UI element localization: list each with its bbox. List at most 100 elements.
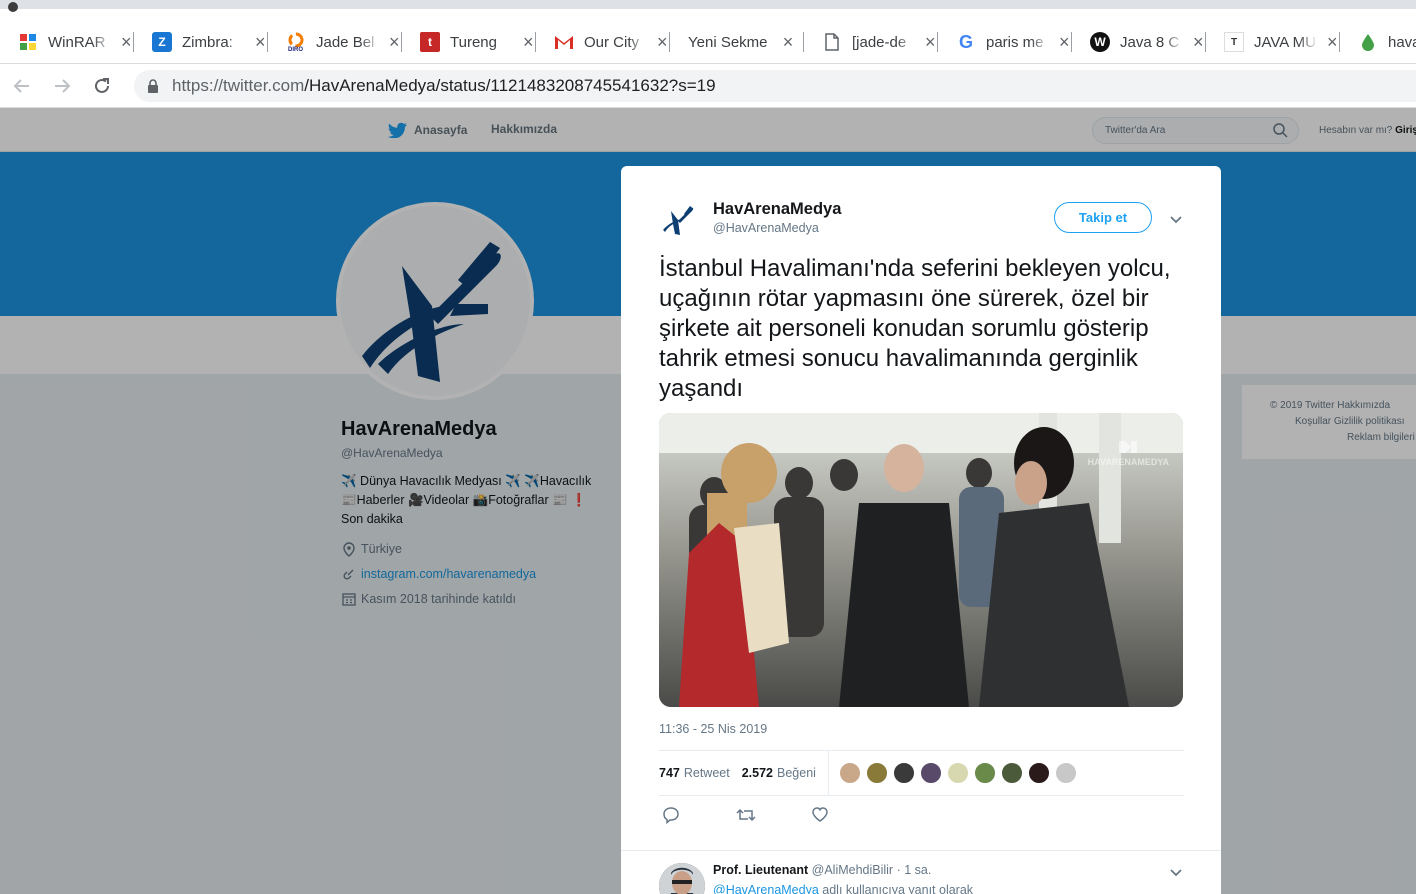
close-tab-icon[interactable]: × — [654, 32, 670, 53]
tweet-timestamp[interactable]: 11:36 - 25 Nis 2019 — [659, 722, 767, 736]
close-tab-icon[interactable]: × — [520, 32, 536, 53]
follow-button[interactable]: Takip et — [1054, 202, 1152, 233]
liker-avatar[interactable] — [865, 762, 888, 784]
forward-arrow-icon — [55, 79, 71, 93]
likers-avatars — [838, 762, 1082, 784]
close-tab-icon[interactable]: × — [118, 32, 134, 53]
back-arrow-icon — [13, 79, 29, 93]
reload-icon — [95, 78, 109, 93]
liker-avatar[interactable] — [892, 762, 915, 784]
browser-tab-strip: WinRAR × Z Zimbra: × DIRO Jade Bel × t T… — [0, 0, 1416, 64]
winrar-icon — [18, 32, 38, 52]
address-bar[interactable]: https://twitter.com/HavArenaMedya/status… — [134, 70, 1416, 102]
tab-title: Yeni Sekme — [688, 33, 768, 51]
close-tab-icon[interactable]: × — [1324, 32, 1340, 53]
reply-context-text: adlı kullanıcıya yanıt olarak — [818, 883, 974, 894]
zimbra-icon: Z — [152, 32, 172, 52]
close-tab-icon[interactable]: × — [922, 32, 938, 53]
close-tab-icon[interactable]: × — [780, 32, 796, 53]
reply-to-link[interactable]: @HavArenaMedya — [713, 883, 819, 894]
tab-title: Tureng — [450, 33, 497, 51]
reply-header: Prof. Lieutenant @AliMehdiBilir · 1 sa. — [713, 863, 931, 877]
retweet-label: Retweet — [683, 766, 730, 780]
gmail-icon — [554, 32, 574, 52]
svg-text:DIRO: DIRO — [288, 47, 303, 52]
browser-tab[interactable]: Z Zimbra: × — [134, 24, 268, 60]
window-indicator — [8, 2, 18, 12]
close-tab-icon[interactable]: × — [386, 32, 402, 53]
chevron-down-icon[interactable] — [1169, 865, 1183, 883]
t-icon: T — [1224, 32, 1244, 52]
liker-avatar[interactable] — [946, 762, 969, 784]
tab-title: JAVA MU — [1254, 33, 1316, 51]
tweet-actions — [659, 806, 859, 830]
reply-tweet[interactable]: Prof. Lieutenant @AliMehdiBilir · 1 sa. … — [621, 850, 1221, 894]
reload-button[interactable] — [88, 72, 116, 100]
reply-author-name[interactable]: Prof. Lieutenant — [713, 863, 808, 877]
browser-tab[interactable]: t Tureng × — [402, 24, 536, 60]
close-tab-icon[interactable]: × — [1190, 32, 1206, 53]
browser-tab[interactable]: hava — [1340, 24, 1416, 60]
back-button[interactable] — [8, 72, 36, 100]
liker-avatar[interactable] — [838, 762, 861, 784]
reply-context: @HavArenaMedya adlı kullanıcıya yanıt ol… — [713, 883, 973, 894]
watermark-text: HAVARENAMEDYA — [1087, 457, 1169, 467]
browser-tab[interactable]: WinRAR × — [0, 24, 134, 60]
browser-tab[interactable]: Yeni Sekme × — [670, 24, 804, 60]
tab-title: hava — [1388, 33, 1416, 51]
retweet-icon[interactable] — [736, 806, 756, 829]
retweet-count[interactable]: 747 — [659, 766, 680, 780]
google-icon: G — [958, 31, 973, 52]
author-handle[interactable]: @HavArenaMedya — [713, 221, 819, 235]
tweet-stats: 747 Retweet 2.572 Beğeni — [659, 750, 1184, 796]
window-top-bar — [0, 0, 1416, 9]
liker-avatar[interactable] — [919, 762, 942, 784]
liker-avatar[interactable] — [1027, 762, 1050, 784]
browser-tab[interactable]: W Java 8 C × — [1072, 24, 1206, 60]
browser-tab[interactable]: [jade-de × — [804, 24, 938, 60]
forward-button[interactable] — [48, 72, 76, 100]
url-host: https://twitter.com — [172, 76, 305, 95]
reply-author-handle[interactable]: @AliMehdiBilir — [812, 863, 893, 877]
chevron-down-icon[interactable] — [1169, 212, 1183, 230]
reply-time[interactable]: · 1 sa. — [893, 863, 932, 877]
browser-toolbar: https://twitter.com/HavArenaMedya/status… — [0, 64, 1416, 108]
browser-tab[interactable]: Our City × — [536, 24, 670, 60]
wordpress-icon: W — [1090, 32, 1110, 52]
tab-title: [jade-de — [852, 33, 907, 51]
tab-title: Java 8 C — [1120, 33, 1180, 51]
reply-avatar[interactable] — [659, 863, 705, 894]
url-path: /HavArenaMedya/status/112148320874554163… — [304, 76, 716, 95]
drop-icon — [1358, 32, 1378, 52]
browser-tab[interactable]: DIRO Jade Bel × — [268, 24, 402, 60]
watermark-logo-icon — [1119, 441, 1138, 453]
liker-avatar[interactable] — [1000, 762, 1023, 784]
twitter-page: Anasayfa Hakkımızda Twitter'da Ara Hesab… — [0, 108, 1416, 894]
liker-avatar[interactable] — [1054, 762, 1077, 784]
reply-icon[interactable] — [662, 806, 680, 829]
tweet-text: İstanbul Havalimanı'nda seferini bekleye… — [659, 255, 1171, 402]
author-name[interactable]: HavArenaMedya — [713, 200, 841, 219]
tab-title: paris me — [986, 33, 1044, 51]
liker-avatar[interactable] — [973, 762, 996, 784]
tab-title: Zimbra: — [182, 33, 233, 51]
browser-tab[interactable]: G paris me × — [938, 24, 1072, 60]
like-label: Beğeni — [777, 766, 816, 780]
like-count[interactable]: 2.572 — [742, 766, 773, 780]
close-tab-icon[interactable]: × — [1056, 32, 1072, 53]
url-text: https://twitter.com/HavArenaMedya/status… — [172, 76, 716, 96]
tureng-icon: t — [420, 32, 440, 52]
plane-logo-icon — [663, 206, 694, 235]
tweet-modal: HavArenaMedya @HavArenaMedya Takip et İs… — [621, 166, 1221, 894]
browser-tab[interactable]: T JAVA MU × — [1206, 24, 1340, 60]
tab-title: Our City — [584, 33, 640, 51]
close-tab-icon[interactable]: × — [252, 32, 268, 53]
author-avatar[interactable] — [659, 198, 699, 238]
document-icon — [822, 32, 842, 52]
tab-title: Jade Bel — [316, 33, 375, 51]
lock-icon — [146, 78, 160, 94]
like-icon[interactable] — [811, 806, 829, 829]
diro-icon: DIRO — [286, 32, 306, 52]
tweet-video[interactable]: HAVARENAMEDYA — [659, 413, 1183, 707]
video-watermark: HAVARENAMEDYA — [1088, 439, 1169, 467]
